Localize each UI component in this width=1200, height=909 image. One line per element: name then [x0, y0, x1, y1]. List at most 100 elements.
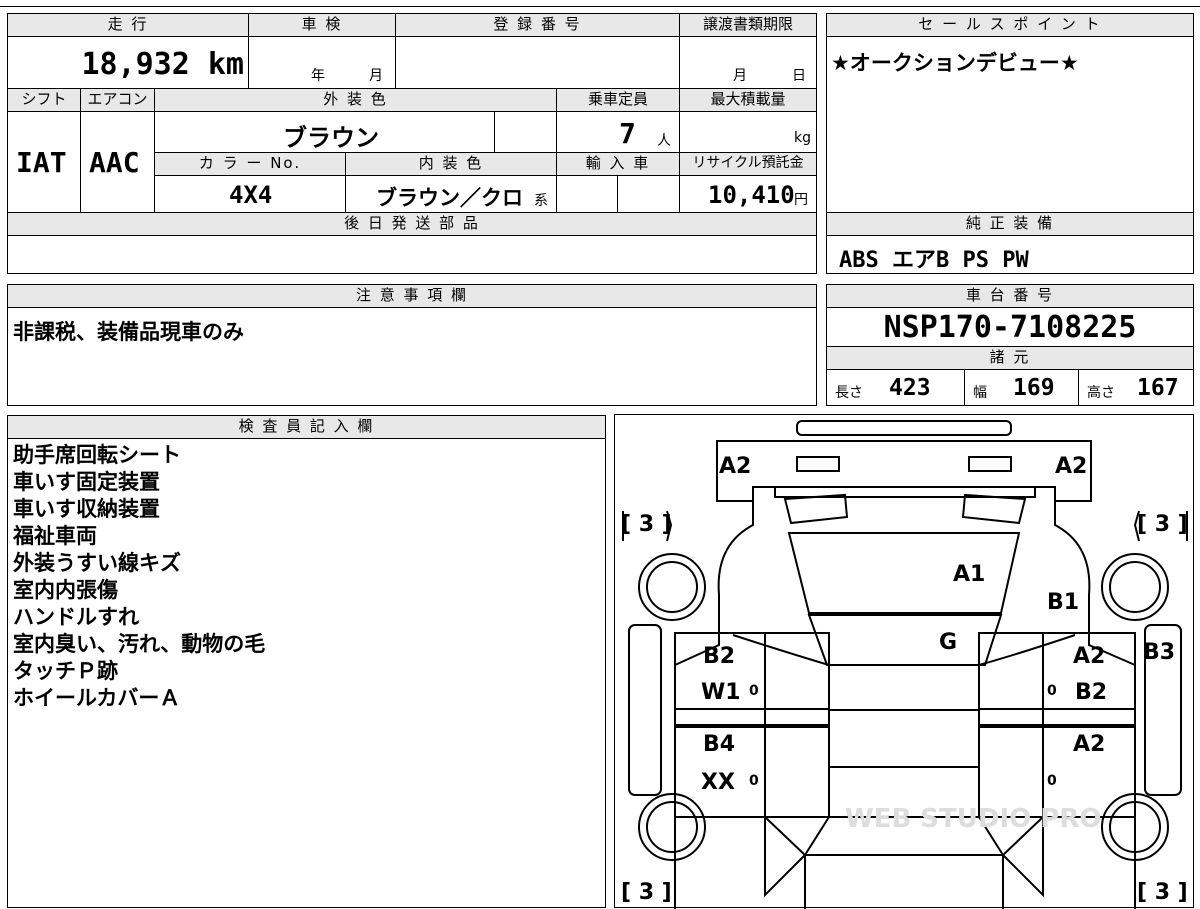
mark-tire-fl: [ 3 ]	[621, 512, 672, 537]
windshield	[807, 614, 1003, 666]
tailgate	[805, 854, 1004, 909]
sales-point-text: ★オークションデビュー★	[831, 51, 1079, 75]
height-label: 高さ	[1087, 385, 1115, 401]
color-no-cell: 4X4	[154, 175, 346, 213]
notes-header: 注 意 事 項 欄	[7, 284, 817, 308]
exterior-color-value: ブラウン	[283, 124, 379, 152]
front-grille-slot	[796, 420, 1012, 436]
transfer-day-label: 日	[792, 68, 806, 84]
notes-cell: 非課税、装備品現車のみ	[7, 307, 817, 406]
mark-zero: 0	[1047, 683, 1057, 699]
interior-color-suffix: 系	[534, 193, 548, 209]
height-cell: 高さ 167	[1078, 369, 1194, 406]
right-front-window	[978, 632, 1044, 726]
inspector-line: 室内臭い、汚れ、動物の毛	[13, 632, 266, 656]
equipment-header: 純 正 装 備	[826, 212, 1194, 236]
shift-cell: IAT	[7, 111, 81, 213]
recycle-fee-header: リサイクル預託金	[679, 152, 817, 176]
left-rear-quarter	[764, 814, 807, 898]
later-parts-cell	[7, 235, 817, 274]
transfer-deadline-header: 譲渡書類期限	[679, 13, 817, 37]
left-side-panel	[628, 624, 662, 796]
mark-tire-rl: [ 3 ]	[621, 880, 672, 905]
inspector-line: 外装うすい線キズ	[13, 551, 181, 575]
chassis-number: NSP170-7108225	[883, 310, 1137, 345]
wheel-fr-inner	[1109, 561, 1161, 613]
car-diagram-svg: A2 A2 A1 B1 G B2 W1 B4 XX A2 B2 A2 B3 [ …	[621, 420, 1188, 909]
aircon-value: AAC	[89, 146, 140, 179]
inspection-month-label: 月	[369, 68, 383, 84]
mark-right-mirror: B3	[1143, 640, 1175, 665]
wheel-fr-outer	[1101, 553, 1169, 621]
inspector-line: 助手席回転シート	[13, 443, 181, 467]
mark-tire-fr: [ 3 ]	[1137, 512, 1188, 537]
front-vent-right	[961, 493, 1027, 525]
mileage-header: 走 行	[7, 13, 249, 37]
sales-point-cell: ★オークションデビュー★	[826, 36, 1194, 213]
length-value: 423	[889, 375, 931, 401]
mark-right-front-door-2: B2	[1075, 680, 1107, 705]
mark-hood: A1	[953, 562, 985, 587]
import-cell-1	[556, 175, 618, 213]
front-vent-left	[783, 493, 849, 525]
capacity-unit: 人	[657, 133, 671, 149]
sales-point-header: セ ー ル ス ポ イ ン ト	[826, 13, 1194, 37]
interior-color-header: 内 装 色	[345, 152, 557, 176]
inspector-line: 車いす収納装置	[13, 497, 160, 521]
mark-right-front-door-1: A2	[1073, 644, 1105, 669]
registration-header: 登 録 番 号	[395, 13, 680, 37]
car-diagram: A2 A2 A1 B1 G B2 W1 B4 XX A2 B2 A2 B3 [ …	[614, 414, 1194, 909]
color-no-value: 4X4	[229, 181, 273, 209]
inspector-cell: 助手席回転シート 車いす固定装置 車いす収納装置 福祉車両 外装うすい線キズ 室…	[7, 438, 606, 908]
inspector-line: ホイールカバーＡ	[13, 686, 181, 710]
recycle-fee-value: 10,410	[708, 181, 795, 209]
exterior-color-cell: ブラウン	[154, 111, 495, 153]
mark-front-left: A2	[719, 454, 751, 479]
mark-front-right-fender: B1	[1047, 590, 1079, 615]
wheel-fl-outer	[638, 553, 706, 621]
mark-right-rear-door: A2	[1073, 732, 1105, 757]
mileage-value: 18,932 km	[81, 47, 244, 82]
left-rear-window	[764, 724, 830, 818]
a-pillar-left	[732, 634, 830, 666]
max-load-cell: kg	[679, 111, 817, 153]
width-value: 169	[1013, 375, 1055, 401]
chassis-header: 車 台 番 号	[826, 284, 1194, 308]
transfer-month-label: 月	[733, 68, 747, 84]
shift-value: IAT	[16, 146, 67, 179]
inspector-line: タッチＰ跡	[13, 659, 118, 683]
recycle-fee-unit: 円	[794, 192, 808, 208]
exterior-color-header: 外 装 色	[154, 88, 557, 112]
length-label: 長さ	[835, 385, 863, 401]
wheel-fl-inner	[646, 561, 698, 613]
aircon-cell: AAC	[80, 111, 155, 213]
recycle-fee-cell: 10,410 円	[679, 175, 817, 213]
spec-header: 諸 元	[826, 346, 1194, 370]
headlight-right	[968, 456, 1012, 472]
equipment-text: ABS エアB PS PW	[839, 248, 1029, 273]
headlight-left	[796, 456, 840, 472]
mark-zero: 0	[1047, 773, 1057, 789]
wheel-rl-inner	[646, 801, 698, 853]
inspection-cell: 年 月	[248, 36, 396, 89]
shift-header: シフト	[7, 88, 81, 112]
mark-left-rear-door-1: B4	[703, 732, 735, 757]
inspector-line: ハンドルすれ	[13, 605, 139, 629]
exterior-color-extra-cell	[494, 111, 557, 153]
later-parts-header: 後 日 発 送 部 品	[7, 212, 817, 236]
color-no-header: カ ラ ー No.	[154, 152, 346, 176]
roof	[828, 664, 980, 818]
mark-zero: 0	[749, 773, 759, 789]
registration-cell	[395, 36, 680, 89]
import-cell-2	[617, 175, 680, 213]
mark-zero: 0	[749, 683, 759, 699]
inspector-header: 検 査 員 記 入 欄	[7, 415, 606, 439]
width-cell: 幅 169	[964, 369, 1079, 406]
length-cell: 長さ 423	[826, 369, 965, 406]
mark-front-right: A2	[1055, 454, 1087, 479]
interior-color-value: ブラウン／クロ	[376, 186, 523, 210]
height-value: 167	[1137, 375, 1179, 401]
mark-left-rear-door-2: XX	[701, 770, 735, 795]
notes-text: 非課税、装備品現車のみ	[13, 320, 244, 344]
mark-tire-rr: [ 3 ]	[1137, 880, 1188, 905]
